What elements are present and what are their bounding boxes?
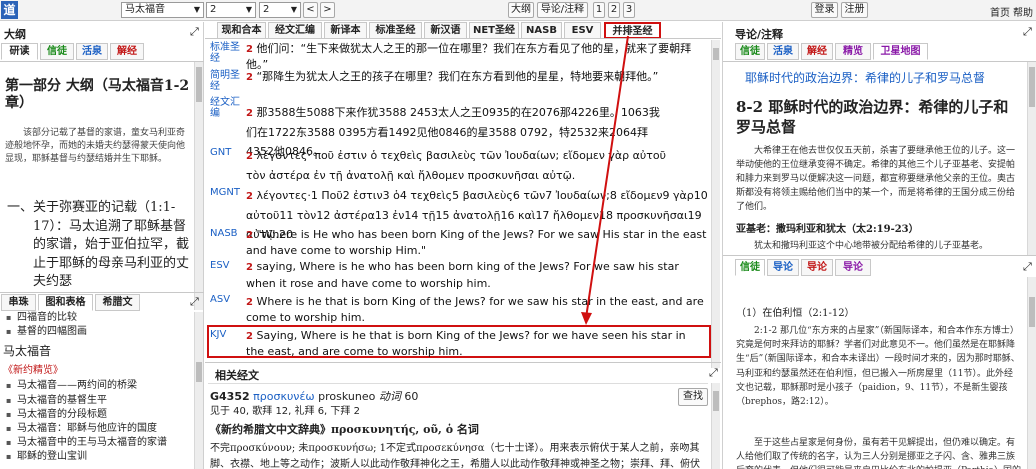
tab-intro-3[interactable]: 导论 [835, 259, 871, 276]
commentary-paragraph-2: 至于这些占星家是何身份，虽有若干见解提出，但仍难以确定。有人给他们取了传统的名字… [736, 438, 1021, 469]
commentary-paragraph-1: 2:1-2 那几位“东方来的占星家”（新国际译本，和合本作东方博士）究竟是何时来… [736, 326, 1020, 408]
commentary-heading: （1）在伯利恒（2:1-12） [736, 308, 855, 319]
scrollbar[interactable] [711, 383, 720, 469]
tab-living-spring[interactable]: 活泉 [767, 43, 799, 60]
divider [723, 255, 1036, 256]
dictionary-text: 不完προσκύνουν; 未προσκυνήσω; 1不定式προσεκύνη… [210, 443, 700, 469]
divider [723, 61, 1036, 62]
dictionary-title: 《新约希腊文中文辞典》προσκυνητής, οῦ, ὁ 名词 [210, 423, 479, 436]
map-banner: 耶稣时代的政治边界：希律的儿子和罗马总督 [745, 71, 986, 85]
divider [208, 383, 708, 384]
part-of-speech: 动词 [378, 390, 401, 403]
expand-icon[interactable]: ⤢ [709, 366, 718, 380]
search-button[interactable]: 查找 [678, 388, 708, 406]
guide-title: 导论/注释 [735, 28, 784, 41]
tab-believer[interactable]: 信徒 [735, 43, 765, 60]
map-paragraph: 大希律王在他去世仅仅五天前，杀害了要继承他王位的儿子。这一举动使他的王位继承变得… [736, 146, 1016, 212]
map-subheading: 亚基老：撒玛利亚和犹太（太2:19-23） [736, 224, 919, 235]
tab-exegesis[interactable]: 解经 [801, 43, 833, 60]
expand-icon[interactable]: ⤢ [1023, 260, 1032, 274]
map-subparagraph: 犹太和撒玛利亚这个中心地带被分配给希律的儿子亚基老。 [754, 241, 989, 251]
tab-survey[interactable]: 精览 [835, 43, 871, 60]
map-heading: 8-2 耶稣时代的政治边界：希律的儿子和罗马总督 [736, 98, 1009, 136]
tab-intro-2[interactable]: 导论 [801, 259, 833, 276]
right-panel: 导论/注释 ⤢ 信徒 活泉 解经 精览 卫星地图 耶稣时代的政治边界：希律的儿子… [722, 22, 1036, 469]
scrollbar[interactable] [1027, 62, 1036, 255]
related-panel: 相关经文 ⤢ G4352 προσκυνέω proskuneo 动词 60 见… [205, 362, 721, 469]
tab-satellite-map[interactable]: 卫星地图 [873, 43, 928, 60]
related-title: 相关经文 [215, 369, 259, 382]
tab-intro-1[interactable]: 导论 [767, 259, 799, 276]
scrollbar[interactable] [1027, 277, 1036, 469]
usage-stats: 见于 40, 歌拜 12, 礼拜 6, 下拜 2 [210, 406, 360, 417]
tab-believer-2[interactable]: 信徒 [735, 259, 765, 276]
expand-icon[interactable]: ⤢ [1023, 25, 1032, 39]
occurrence-count: 60 [404, 390, 419, 403]
